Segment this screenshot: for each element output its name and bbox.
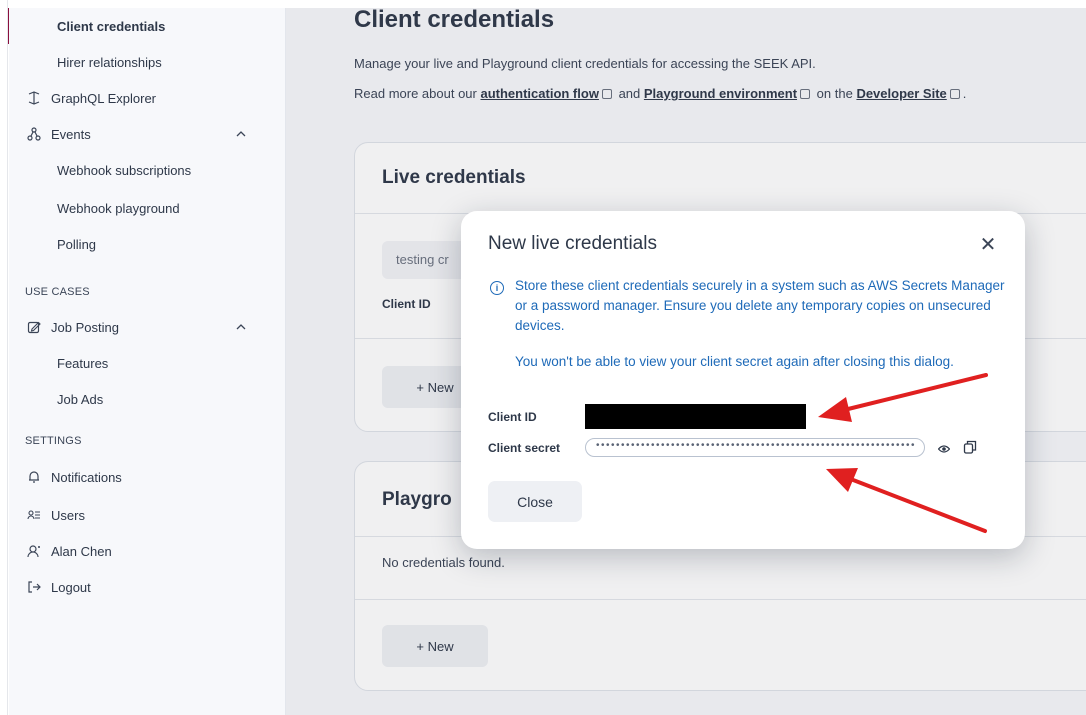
sidebar-item-account[interactable]: Alan Chen (9, 533, 286, 569)
new-credentials-dialog: New live credentials ✕ i Store these cli… (461, 211, 1025, 549)
sidebar-item-label: Events (51, 126, 91, 142)
sidebar-item-graphql-explorer[interactable]: GraphQL Explorer (9, 80, 286, 116)
sidebar-item-logout[interactable]: Logout (9, 569, 286, 605)
close-icon[interactable]: ✕ (977, 233, 999, 256)
section-label-settings: SETTINGS (25, 435, 82, 447)
sidebar-item-label: Hirer relationships (57, 54, 162, 70)
info-message: Store these client credentials securely … (515, 278, 1005, 333)
bell-icon (25, 468, 43, 486)
sidebar-item-label: Webhook playground (57, 200, 180, 216)
eye-icon[interactable] (937, 442, 951, 454)
sidebar-item-label: GraphQL Explorer (51, 90, 157, 106)
info-icon: i (490, 281, 504, 295)
users-icon (25, 506, 43, 524)
client-secret-field[interactable]: ••••••••••••••••••••••••••••••••••••••••… (585, 438, 925, 457)
sidebar-item-features[interactable]: Features (9, 345, 286, 381)
sidebar-item-users[interactable]: Users (9, 497, 286, 533)
left-edge (0, 0, 11, 715)
sidebar-item-hirer-relationships[interactable]: Hirer relationships (9, 44, 286, 80)
sidebar-item-job-posting[interactable]: Job Posting (9, 309, 286, 345)
warning-message: You won't be able to view your client se… (515, 354, 954, 369)
client-id-label: Client ID (488, 410, 537, 424)
sidebar-item-label: Logout (51, 579, 91, 595)
sidebar: Client credentials Hirer relationships G… (9, 8, 286, 715)
user-icon (25, 542, 43, 560)
dialog-title: New live credentials (488, 233, 657, 254)
sidebar-item-label: Client credentials (57, 18, 166, 34)
sidebar-item-label: Webhook subscriptions (57, 162, 192, 178)
close-button[interactable]: Close (488, 481, 582, 522)
sidebar-item-polling[interactable]: Polling (9, 226, 286, 262)
chevron-up-icon[interactable] (236, 126, 246, 141)
sidebar-item-label: Job Posting (51, 319, 119, 335)
sidebar-item-job-ads[interactable]: Job Ads (9, 381, 286, 417)
sidebar-item-label: Users (51, 507, 85, 523)
sidebar-item-events[interactable]: Events (9, 116, 286, 152)
logout-icon (25, 578, 43, 596)
sidebar-item-webhook-playground[interactable]: Webhook playground (9, 190, 286, 226)
sidebar-item-label: Notifications (51, 469, 122, 485)
client-id-value-redacted (585, 404, 806, 429)
job-posting-icon (25, 318, 43, 336)
sidebar-item-label: Alan Chen (51, 543, 112, 559)
copy-icon[interactable] (963, 440, 977, 454)
sidebar-item-label: Polling (57, 236, 97, 252)
sidebar-item-label: Features (57, 355, 109, 371)
client-secret-label: Client secret (488, 441, 561, 455)
events-icon (25, 125, 43, 143)
graphql-icon (25, 89, 43, 107)
sidebar-item-client-credentials[interactable]: Client credentials (9, 8, 286, 44)
section-label-use-cases: USE CASES (25, 286, 90, 298)
sidebar-item-webhook-subscriptions[interactable]: Webhook subscriptions (9, 152, 286, 188)
sidebar-item-label: Job Ads (57, 391, 104, 407)
sidebar-item-notifications[interactable]: Notifications (9, 459, 286, 495)
chevron-up-icon[interactable] (236, 319, 246, 334)
